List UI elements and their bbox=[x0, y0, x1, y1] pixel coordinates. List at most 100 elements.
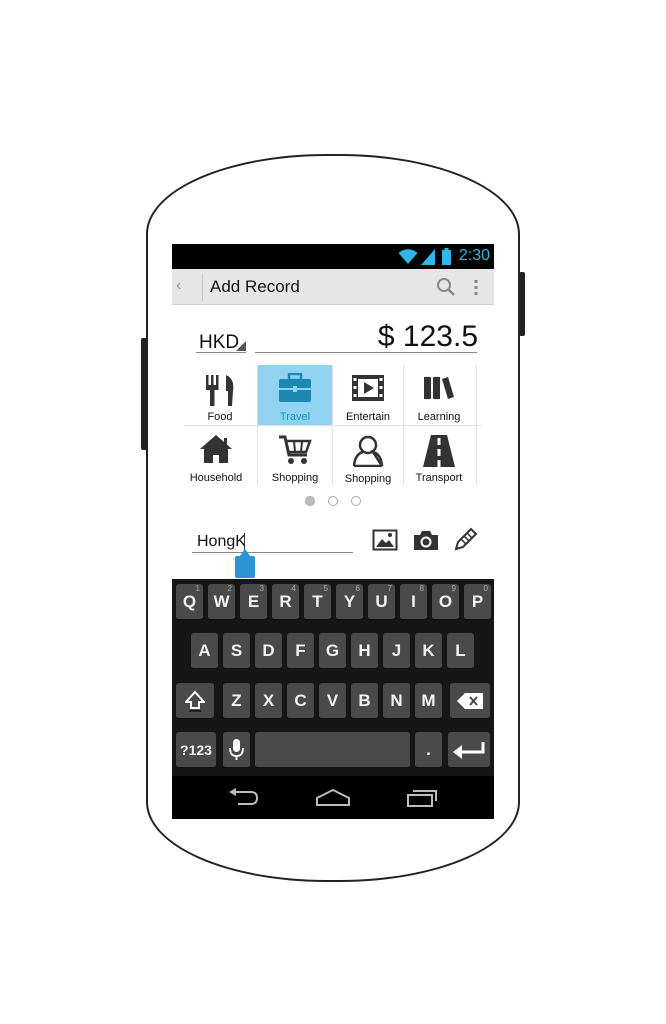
status-bar: 2:30 bbox=[172, 244, 494, 269]
symbols-key[interactable]: ?123 bbox=[176, 732, 216, 768]
key-a[interactable]: A bbox=[191, 633, 218, 669]
key-label: Y bbox=[343, 592, 356, 611]
category-food[interactable]: Food bbox=[183, 365, 257, 425]
grid-divider bbox=[476, 365, 477, 485]
action-bar: ‹ Add Record bbox=[172, 269, 494, 305]
key-label: A bbox=[198, 641, 211, 660]
key-label: G bbox=[325, 641, 340, 660]
key-f[interactable]: F bbox=[287, 633, 314, 669]
category-label: Shopping bbox=[271, 472, 319, 484]
category-label: Entertain bbox=[345, 411, 391, 423]
dropdown-triangle-icon bbox=[236, 341, 246, 351]
page-indicator-dot[interactable] bbox=[305, 496, 315, 506]
search-icon[interactable] bbox=[436, 277, 456, 297]
key-label: X bbox=[262, 691, 275, 710]
category-travel[interactable]: Travel bbox=[258, 365, 332, 425]
key-z[interactable]: Z bbox=[223, 683, 250, 719]
key-hint: 6 bbox=[355, 584, 360, 593]
currency-underline bbox=[196, 352, 246, 353]
key-w[interactable]: W2 bbox=[208, 584, 235, 620]
key-o[interactable]: O9 bbox=[432, 584, 459, 620]
category-household[interactable]: Household bbox=[179, 426, 253, 486]
road-icon bbox=[423, 435, 455, 467]
page-indicator-dot[interactable] bbox=[351, 496, 361, 506]
key-i[interactable]: I8 bbox=[400, 584, 427, 620]
amount-underline bbox=[255, 352, 477, 353]
key-label: Q bbox=[182, 592, 197, 611]
battery-icon bbox=[442, 248, 451, 265]
key-label: E bbox=[247, 592, 260, 611]
house-icon bbox=[200, 435, 232, 463]
image-icon[interactable] bbox=[372, 529, 398, 551]
key-r[interactable]: R4 bbox=[272, 584, 299, 620]
back-chevron-icon[interactable]: ‹ bbox=[176, 277, 181, 295]
backspace-icon bbox=[457, 693, 483, 709]
amount-field[interactable]: $ 123.5 bbox=[378, 320, 478, 354]
currency-selector[interactable]: HKD bbox=[199, 332, 239, 354]
status-time: 2:30 bbox=[458, 247, 490, 264]
wifi-icon bbox=[398, 249, 418, 264]
overflow-menu-icon[interactable] bbox=[473, 278, 479, 296]
backspace-key[interactable] bbox=[450, 683, 490, 719]
key-e[interactable]: E3 bbox=[240, 584, 267, 620]
key-label: T bbox=[312, 592, 323, 611]
key-c[interactable]: C bbox=[287, 683, 314, 719]
key-hint: 7 bbox=[387, 584, 392, 593]
note-underline bbox=[192, 552, 353, 553]
home-icon[interactable] bbox=[315, 789, 351, 807]
books-icon bbox=[424, 377, 454, 399]
category-entertain[interactable]: Entertain bbox=[331, 365, 405, 425]
key-t[interactable]: T5 bbox=[304, 584, 331, 620]
key-label: F bbox=[295, 641, 306, 660]
key-y[interactable]: Y6 bbox=[336, 584, 363, 620]
key-hint: 5 bbox=[323, 584, 328, 593]
key-b[interactable]: B bbox=[351, 683, 378, 719]
action-bar-divider bbox=[202, 273, 203, 301]
key-l[interactable]: L bbox=[447, 633, 474, 669]
pen-icon[interactable] bbox=[453, 526, 479, 552]
key-g[interactable]: G bbox=[319, 633, 346, 669]
key-k[interactable]: K bbox=[415, 633, 442, 669]
key-label: S bbox=[230, 641, 243, 660]
camera-icon[interactable] bbox=[413, 529, 439, 551]
category-learning[interactable]: Learning bbox=[402, 365, 476, 425]
recent-apps-icon[interactable] bbox=[406, 788, 438, 808]
cursor-handle[interactable] bbox=[235, 549, 255, 578]
cart-icon bbox=[279, 435, 312, 464]
key-p[interactable]: P0 bbox=[464, 584, 491, 620]
key-d[interactable]: D bbox=[255, 633, 282, 669]
key-label: R bbox=[279, 592, 292, 611]
key-v[interactable]: V bbox=[319, 683, 346, 719]
key-h[interactable]: H bbox=[351, 633, 378, 669]
person-icon bbox=[352, 435, 384, 467]
back-icon[interactable] bbox=[228, 788, 258, 808]
key-q[interactable]: Q1 bbox=[176, 584, 203, 620]
category-label: Transport bbox=[415, 472, 463, 484]
key-label: L bbox=[455, 641, 466, 660]
page-indicator-dot[interactable] bbox=[328, 496, 338, 506]
key-s[interactable]: S bbox=[223, 633, 250, 669]
microphone-icon bbox=[229, 739, 244, 760]
key-n[interactable]: N bbox=[383, 683, 410, 719]
period-key[interactable]: . bbox=[415, 732, 442, 768]
key-x[interactable]: X bbox=[255, 683, 282, 719]
enter-key[interactable] bbox=[448, 732, 490, 768]
key-label: B bbox=[358, 691, 371, 710]
key-hint: 1 bbox=[195, 584, 200, 593]
category-shopping-person[interactable]: Shopping bbox=[331, 427, 405, 487]
mic-key[interactable] bbox=[223, 732, 250, 768]
space-key[interactable] bbox=[255, 732, 410, 768]
key-label: H bbox=[358, 641, 371, 660]
key-hint: 4 bbox=[291, 584, 296, 593]
key-m[interactable]: M bbox=[415, 683, 442, 719]
enter-icon bbox=[453, 742, 485, 759]
key-label: M bbox=[421, 691, 436, 710]
category-shopping-cart[interactable]: Shopping bbox=[258, 426, 332, 486]
phone-screen: 2:30 ‹ Add Record HKD $ 123.5 Food Trave… bbox=[172, 244, 494, 819]
category-transport[interactable]: Transport bbox=[402, 426, 476, 486]
shift-key[interactable] bbox=[176, 683, 214, 719]
key-label: V bbox=[326, 691, 339, 710]
key-u[interactable]: U7 bbox=[368, 584, 395, 620]
key-label: K bbox=[422, 641, 435, 660]
key-j[interactable]: J bbox=[383, 633, 410, 669]
